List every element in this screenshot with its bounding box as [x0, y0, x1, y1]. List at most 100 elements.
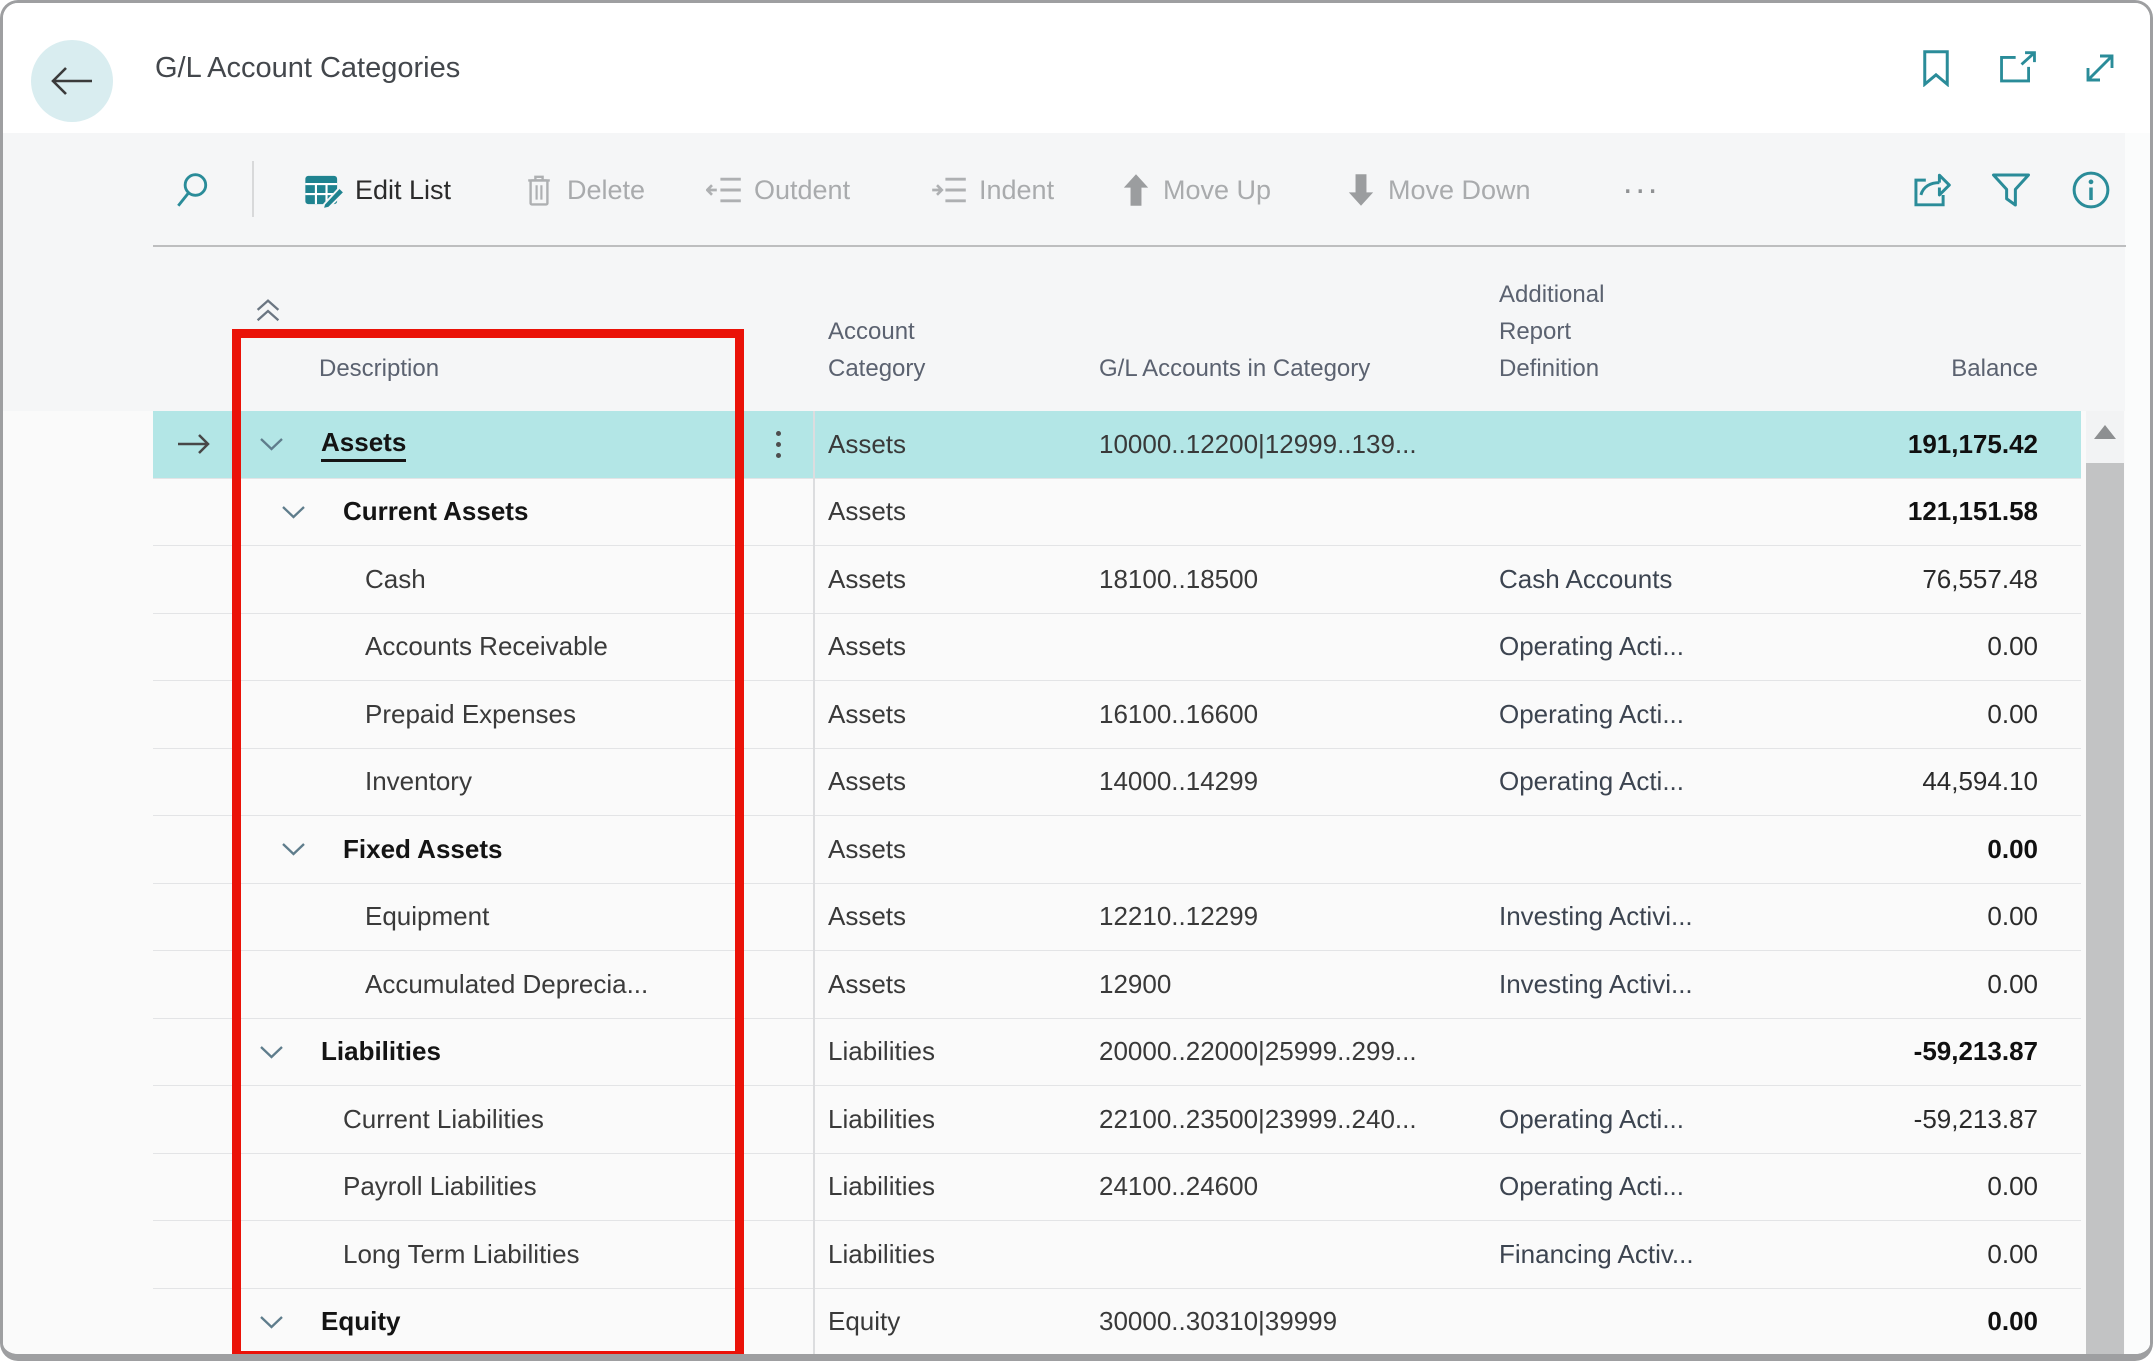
account-category-cell[interactable]: Assets	[813, 564, 1093, 595]
description-cell[interactable]: Assets	[233, 427, 743, 462]
additional-report-definition-cell[interactable]: Operating Acti...	[1483, 699, 1773, 730]
balance-cell[interactable]: 0.00	[1773, 1171, 2081, 1202]
chevron-down-icon[interactable]	[258, 435, 321, 453]
indent-button[interactable]: Indent	[931, 141, 1054, 239]
balance-cell[interactable]: -59,213.87	[1773, 1036, 2081, 1067]
description-cell[interactable]: Liabilities	[233, 1036, 743, 1067]
table-row[interactable]: Fixed Assets Assets 0.00	[153, 816, 2081, 884]
table-row[interactable]: Accounts Receivable Assets Operating Acti.…	[153, 614, 2081, 681]
info-button[interactable]	[2071, 141, 2111, 239]
share-button[interactable]	[1911, 141, 1953, 239]
balance-cell[interactable]: 0.00	[1773, 1239, 2081, 1270]
gl-accounts-cell[interactable]: 10000..12200|12999..139...	[1093, 429, 1483, 460]
gl-accounts-cell[interactable]: 20000..22000|25999..299...	[1093, 1036, 1483, 1067]
balance-cell[interactable]: 76,557.48	[1773, 564, 2081, 595]
account-category-cell[interactable]: Assets	[813, 699, 1093, 730]
additional-report-definition-cell[interactable]: Investing Activi...	[1483, 901, 1773, 932]
edit-list-button[interactable]: Edit List	[303, 141, 451, 239]
expand-icon[interactable]	[2080, 48, 2120, 88]
description-cell[interactable]: Current Assets	[233, 496, 743, 527]
table-row[interactable]: Liabilities Liabilities 20000..22000|25999…	[153, 1019, 2081, 1086]
additional-report-definition-cell[interactable]: Operating Acti...	[1483, 766, 1773, 797]
account-category-cell[interactable]: Assets	[813, 429, 1093, 460]
balance-cell[interactable]: 0.00	[1773, 969, 2081, 1000]
additional-report-definition-cell[interactable]: Operating Acti...	[1483, 1104, 1773, 1135]
gl-accounts-cell[interactable]: 24100..24600	[1093, 1171, 1483, 1202]
move-up-button[interactable]: Move Up	[1121, 141, 1271, 239]
gl-accounts-cell[interactable]: 16100..16600	[1093, 699, 1483, 730]
table-row[interactable]: Current Assets Assets 121,151.58	[153, 479, 2081, 546]
outdent-button[interactable]: Outdent	[706, 141, 850, 239]
table-row[interactable]: Equity Equity 30000..30310|39999 0.00	[153, 1289, 2081, 1355]
more-options-button[interactable]: ...	[1623, 141, 1660, 239]
column-header-gl-accounts[interactable]: G/L Accounts in Category	[1093, 350, 1483, 411]
description-cell[interactable]: Current Liabilities	[233, 1104, 743, 1135]
gl-accounts-cell[interactable]: 14000..14299	[1093, 766, 1483, 797]
column-header-additional-report-definition[interactable]: Additional Report Definition	[1483, 276, 1773, 411]
chevron-down-icon[interactable]	[280, 503, 343, 521]
balance-cell[interactable]: 0.00	[1773, 834, 2081, 865]
scrollbar-thumb[interactable]	[2086, 463, 2124, 1354]
account-category-cell[interactable]: Liabilities	[813, 1239, 1093, 1270]
account-category-cell[interactable]: Assets	[813, 496, 1093, 527]
gl-accounts-cell[interactable]: 18100..18500	[1093, 564, 1483, 595]
vertical-scrollbar[interactable]	[2086, 411, 2124, 1354]
gl-accounts-cell[interactable]: 30000..30310|39999	[1093, 1306, 1483, 1337]
additional-report-definition-cell[interactable]: Operating Acti...	[1483, 1171, 1773, 1202]
filter-button[interactable]	[1991, 141, 2031, 239]
column-header-balance[interactable]: Balance	[1773, 350, 2081, 411]
gl-accounts-cell[interactable]: 12900	[1093, 969, 1483, 1000]
description-cell[interactable]: Accounts Receivable	[233, 631, 743, 662]
description-cell[interactable]: Payroll Liabilities	[233, 1171, 743, 1202]
description-cell[interactable]: Cash	[233, 564, 743, 595]
additional-report-definition-cell[interactable]: Operating Acti...	[1483, 631, 1773, 662]
gl-accounts-cell[interactable]: 12210..12299	[1093, 901, 1483, 932]
balance-cell[interactable]: 0.00	[1773, 631, 2081, 662]
delete-button[interactable]: Delete	[523, 141, 645, 239]
description-cell[interactable]: Long Term Liabilities	[233, 1239, 743, 1270]
account-category-cell[interactable]: Liabilities	[813, 1036, 1093, 1067]
row-menu-dots-icon[interactable]	[743, 430, 813, 458]
account-category-cell[interactable]: Liabilities	[813, 1171, 1093, 1202]
account-category-cell[interactable]: Liabilities	[813, 1104, 1093, 1135]
balance-cell[interactable]: -59,213.87	[1773, 1104, 2081, 1135]
balance-cell[interactable]: 0.00	[1773, 699, 2081, 730]
account-category-cell[interactable]: Assets	[813, 631, 1093, 662]
additional-report-definition-cell[interactable]: Investing Activi...	[1483, 969, 1773, 1000]
description-cell[interactable]: Equipment	[233, 901, 743, 932]
table-row[interactable]: Long Term Liabilities Liabilities Financin…	[153, 1221, 2081, 1289]
account-category-cell[interactable]: Assets	[813, 969, 1093, 1000]
scroll-up-arrow-icon[interactable]	[2086, 425, 2124, 439]
move-down-button[interactable]: Move Down	[1346, 141, 1531, 239]
balance-cell[interactable]: 0.00	[1773, 1306, 2081, 1337]
table-row[interactable]: Payroll Liabilities Liabilities 24100..246…	[153, 1154, 2081, 1221]
description-cell[interactable]: Equity	[233, 1306, 743, 1337]
table-row[interactable]: Equipment Assets 12210..12299 Investing Act…	[153, 884, 2081, 951]
search-button[interactable]	[175, 141, 213, 239]
table-row[interactable]: Accumulated Deprecia... Assets 12900 Invest…	[153, 951, 2081, 1019]
column-header-account-category[interactable]: Account Category	[813, 313, 1093, 411]
description-cell[interactable]: Fixed Assets	[233, 834, 743, 865]
description-cell[interactable]: Inventory	[233, 766, 743, 797]
additional-report-definition-cell[interactable]: Cash Accounts	[1483, 564, 1773, 595]
column-header-description[interactable]: Description	[233, 261, 743, 411]
table-row[interactable]: Current Liabilities Liabilities 22100..235…	[153, 1086, 2081, 1154]
account-category-cell[interactable]: Equity	[813, 1306, 1093, 1337]
account-category-cell[interactable]: Assets	[813, 834, 1093, 865]
balance-cell[interactable]: 121,151.58	[1773, 496, 2081, 527]
balance-cell[interactable]: 0.00	[1773, 901, 2081, 932]
gl-accounts-cell[interactable]: 22100..23500|23999..240...	[1093, 1104, 1483, 1135]
account-category-cell[interactable]: Assets	[813, 766, 1093, 797]
description-cell[interactable]: Accumulated Deprecia...	[233, 969, 743, 1000]
chevron-down-icon[interactable]	[280, 840, 343, 858]
balance-cell[interactable]: 191,175.42	[1773, 429, 2081, 460]
balance-cell[interactable]: 44,594.10	[1773, 766, 2081, 797]
back-button[interactable]	[31, 40, 113, 122]
collapse-all-icon[interactable]	[253, 261, 283, 361]
chevron-down-icon[interactable]	[258, 1313, 321, 1331]
chevron-down-icon[interactable]	[258, 1043, 321, 1061]
table-row[interactable]: Assets Assets 10000..12200|12999..139... 19…	[153, 411, 2081, 479]
table-row[interactable]: Inventory Assets 14000..14299 Operating Act…	[153, 749, 2081, 816]
account-category-cell[interactable]: Assets	[813, 901, 1093, 932]
additional-report-definition-cell[interactable]: Financing Activ...	[1483, 1239, 1773, 1270]
